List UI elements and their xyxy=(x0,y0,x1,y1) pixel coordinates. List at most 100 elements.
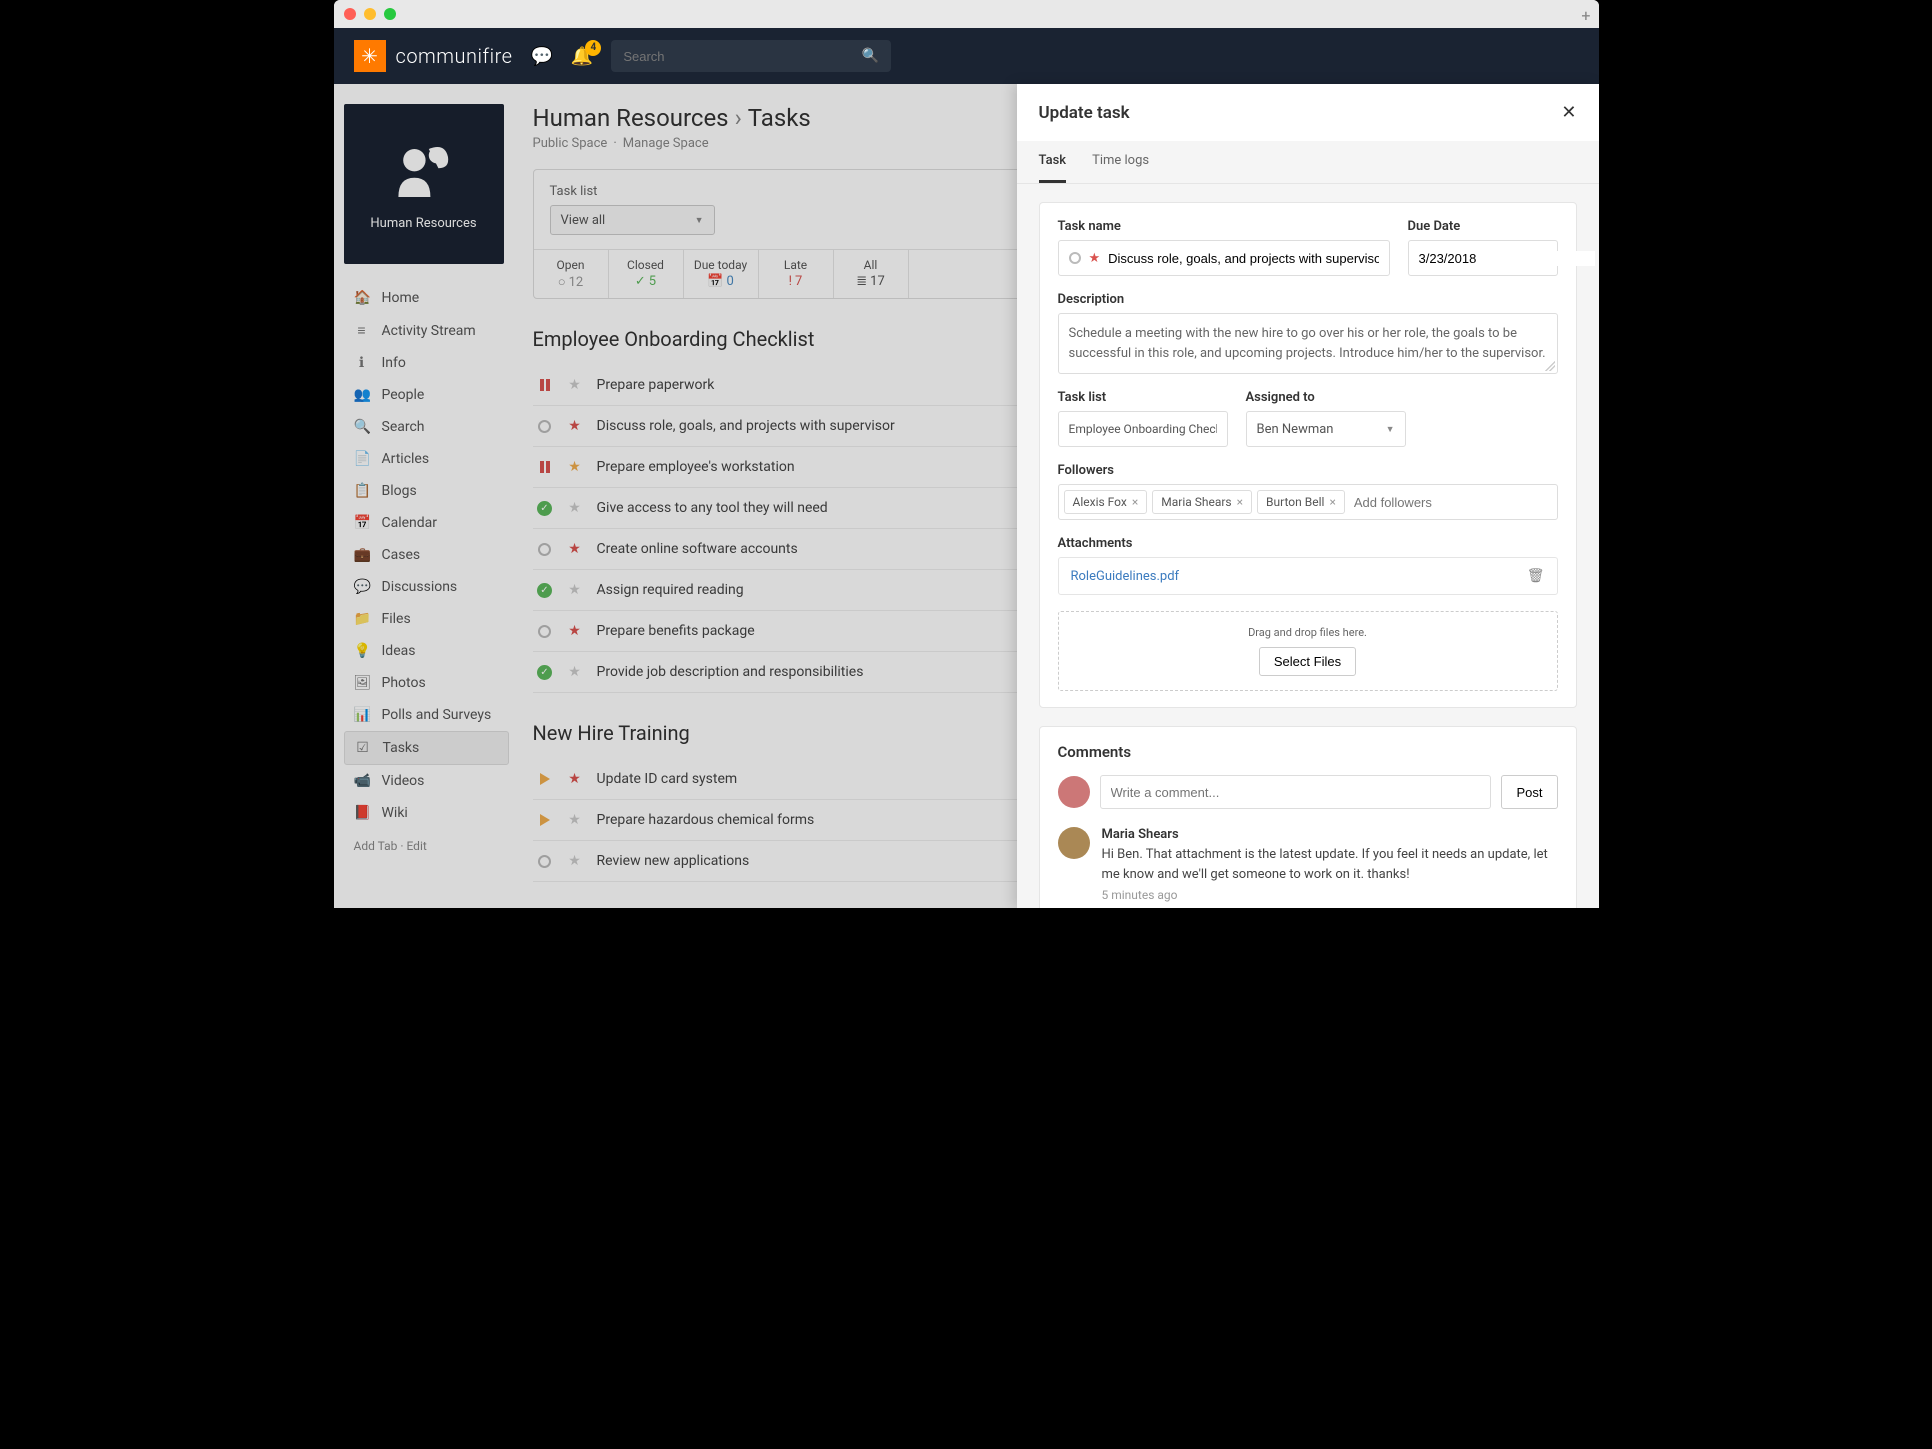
select-files-button[interactable]: Select Files xyxy=(1259,647,1356,676)
star-icon[interactable]: ★ xyxy=(567,812,583,828)
task-name-input[interactable]: ★ xyxy=(1058,240,1390,276)
edit-nav-link[interactable]: Edit xyxy=(406,839,426,853)
star-icon[interactable]: ★ xyxy=(567,377,583,393)
search-bar[interactable]: 🔍 xyxy=(611,40,891,72)
status-filter-late[interactable]: Late!7 xyxy=(759,250,834,298)
add-tab-link[interactable]: Add Tab xyxy=(354,839,398,853)
star-icon[interactable]: ★ xyxy=(567,418,583,434)
logo-text: communifire xyxy=(396,44,513,68)
file-dropzone[interactable]: Drag and drop files here. Select Files xyxy=(1058,611,1558,691)
tab-task[interactable]: Task xyxy=(1039,141,1067,183)
calendar-icon: 📅 xyxy=(354,515,370,531)
pause-icon[interactable] xyxy=(540,379,550,391)
breadcrumb-root[interactable]: Human Resources xyxy=(533,104,729,132)
manage-space-link[interactable]: Manage Space xyxy=(623,136,709,151)
file-icon: 📄 xyxy=(354,451,370,467)
search-icon: 🔍 xyxy=(354,419,370,435)
blog-icon: 📋 xyxy=(354,483,370,499)
window-minimize[interactable] xyxy=(364,8,376,20)
bell-icon[interactable]: 🔔4 xyxy=(571,46,593,67)
sidebar-item-discussions[interactable]: 💬Discussions xyxy=(344,571,509,603)
trash-icon[interactable]: 🗑 xyxy=(1527,568,1545,584)
info-icon: ℹ xyxy=(354,355,370,371)
sidebar-item-people[interactable]: 👥People xyxy=(344,379,509,411)
chat-icon[interactable]: 💬 xyxy=(530,46,552,67)
remove-chip-icon[interactable]: × xyxy=(1237,495,1243,509)
followers-label: Followers xyxy=(1058,463,1558,478)
star-icon[interactable]: ★ xyxy=(567,664,583,680)
sidebar-item-tasks[interactable]: ☑Tasks xyxy=(344,731,509,765)
post-button[interactable]: Post xyxy=(1501,775,1557,809)
sidebar-item-wiki[interactable]: 📕Wiki xyxy=(344,797,509,829)
play-icon[interactable] xyxy=(540,814,550,826)
star-icon[interactable]: ★ xyxy=(1089,251,1101,266)
due-date-input[interactable] xyxy=(1408,240,1558,276)
sidebar-item-info[interactable]: ℹInfo xyxy=(344,347,509,379)
tasklist-filter-select[interactable]: View all ▼ xyxy=(550,205,715,235)
comment-text: Hi Ben. That attachment is the latest up… xyxy=(1102,845,1558,884)
sidebar-item-videos[interactable]: 📹Videos xyxy=(344,765,509,797)
status-filter-closed[interactable]: Closed✓5 xyxy=(609,250,684,298)
sidebar-item-files[interactable]: 📁Files xyxy=(344,603,509,635)
comment-input[interactable] xyxy=(1100,775,1492,809)
add-follower-input[interactable] xyxy=(1350,491,1552,514)
attachment-item: RoleGuidelines.pdf 🗑 xyxy=(1058,557,1558,595)
status-filter-due-today[interactable]: Due today📅0 xyxy=(684,250,759,298)
task-title: Prepare employee's workstation xyxy=(597,459,795,475)
open-icon[interactable] xyxy=(538,625,551,638)
sidebar-item-polls-and-surveys[interactable]: 📊Polls and Surveys xyxy=(344,699,509,731)
open-icon[interactable] xyxy=(538,420,551,433)
check-icon[interactable]: ✓ xyxy=(537,665,552,680)
description-textarea[interactable]: Schedule a meeting with the new hire to … xyxy=(1058,313,1558,374)
followers-input[interactable]: Alexis Fox×Maria Shears×Burton Bell× xyxy=(1058,484,1558,520)
close-icon[interactable]: ✕ xyxy=(1561,102,1576,123)
comment-author[interactable]: Maria Shears xyxy=(1102,827,1558,842)
open-icon[interactable] xyxy=(538,855,551,868)
pause-icon[interactable] xyxy=(540,461,550,473)
tab-timelogs[interactable]: Time logs xyxy=(1092,141,1149,183)
sidebar-item-blogs[interactable]: 📋Blogs xyxy=(344,475,509,507)
sidebar-item-calendar[interactable]: 📅Calendar xyxy=(344,507,509,539)
star-icon[interactable]: ★ xyxy=(567,541,583,557)
tasklist-value[interactable]: Employee Onboarding Checklist xyxy=(1058,411,1228,447)
star-icon[interactable]: ★ xyxy=(567,582,583,598)
sidebar-item-home[interactable]: 🏠Home xyxy=(344,282,509,314)
status-filter-open[interactable]: Open○12 xyxy=(534,250,609,298)
photo-icon: 🖼 xyxy=(354,675,370,691)
sidebar-item-articles[interactable]: 📄Articles xyxy=(344,443,509,475)
star-icon[interactable]: ★ xyxy=(567,459,583,475)
attachment-filename[interactable]: RoleGuidelines.pdf xyxy=(1071,569,1180,584)
window-close[interactable] xyxy=(344,8,356,20)
task-detail-panel: Update task ✕ Task Time logs Task name xyxy=(1017,84,1599,908)
task-title: Prepare hazardous chemical forms xyxy=(597,812,815,828)
sidebar-item-activity-stream[interactable]: ≡Activity Stream xyxy=(344,314,509,347)
open-icon[interactable] xyxy=(538,543,551,556)
search-input[interactable] xyxy=(623,49,862,64)
check-icon[interactable]: ✓ xyxy=(537,501,552,516)
status-toggle-icon[interactable] xyxy=(1069,252,1081,264)
task-title: Prepare paperwork xyxy=(597,377,715,393)
star-icon[interactable]: ★ xyxy=(567,623,583,639)
window-maximize[interactable] xyxy=(384,8,396,20)
play-icon[interactable] xyxy=(540,773,550,785)
sidebar-item-search[interactable]: 🔍Search xyxy=(344,411,509,443)
case-icon: 💼 xyxy=(354,547,370,563)
space-tile[interactable]: Human Resources xyxy=(344,104,504,264)
remove-chip-icon[interactable]: × xyxy=(1132,495,1138,509)
new-tab-button[interactable]: + xyxy=(1581,6,1590,25)
assigned-to-select[interactable]: Ben Newman ▼ xyxy=(1246,411,1406,447)
logo[interactable]: ✳ communifire xyxy=(354,40,513,72)
sidebar-item-ideas[interactable]: 💡Ideas xyxy=(344,635,509,667)
remove-chip-icon[interactable]: × xyxy=(1329,495,1335,509)
star-icon[interactable]: ★ xyxy=(567,771,583,787)
check-icon: ☑ xyxy=(355,740,371,756)
search-icon: 🔍 xyxy=(862,48,879,64)
star-icon[interactable]: ★ xyxy=(567,853,583,869)
star-icon[interactable]: ★ xyxy=(567,500,583,516)
space-name: Human Resources xyxy=(370,216,476,231)
sidebar-item-cases[interactable]: 💼Cases xyxy=(344,539,509,571)
sidebar-item-photos[interactable]: 🖼Photos xyxy=(344,667,509,699)
check-icon[interactable]: ✓ xyxy=(537,583,552,598)
topbar: ✳ communifire 💬 🔔4 🔍 xyxy=(334,28,1599,84)
status-filter-all[interactable]: All≣17 xyxy=(834,250,909,298)
